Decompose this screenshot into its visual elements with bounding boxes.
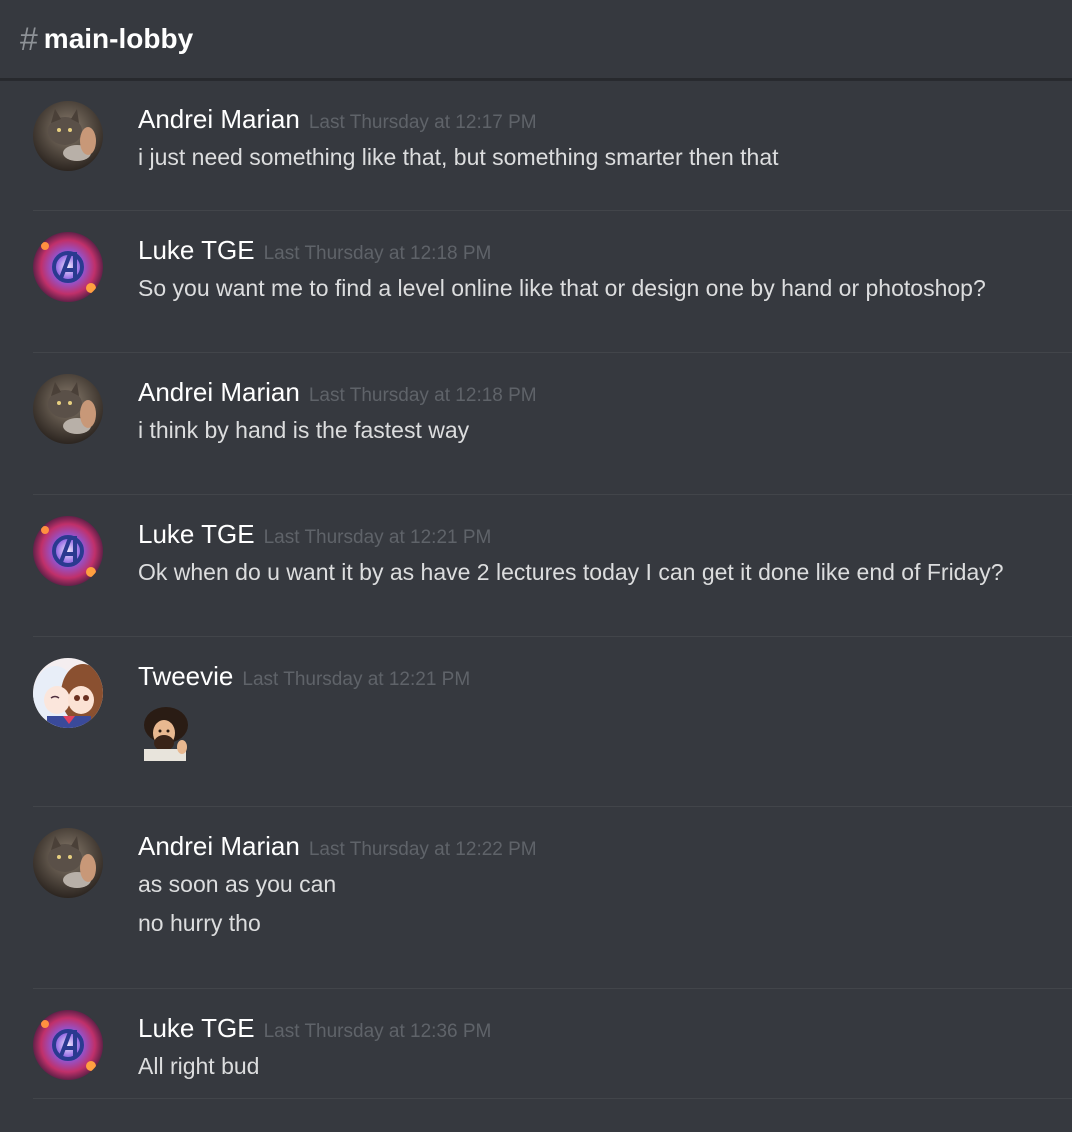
cat-avatar[interactable] xyxy=(33,101,103,171)
author-name[interactable]: Luke TGE xyxy=(138,235,255,266)
timestamp: Last Thursday at 12:36 PM xyxy=(263,1021,492,1042)
author-name[interactable]: Luke TGE xyxy=(138,1013,255,1044)
avengers-avatar[interactable] xyxy=(33,1010,103,1080)
message-group: Luke TGE Last Thursday at 12:18 PM So yo… xyxy=(33,211,1072,353)
timestamp: Last Thursday at 12:21 PM xyxy=(263,527,492,548)
timestamp: Last Thursday at 12:21 PM xyxy=(242,669,471,690)
message-text: All right bud xyxy=(138,1053,260,1079)
message-group: Luke TGE Last Thursday at 12:36 PM All r… xyxy=(33,989,1072,1099)
cat-avatar[interactable] xyxy=(33,374,103,444)
message-group: Andrei Marian Last Thursday at 12:22 PM … xyxy=(33,807,1072,989)
message-text: as soon as you can xyxy=(138,871,337,897)
message-text: So you want me to find a level online li… xyxy=(138,275,986,301)
timestamp: Last Thursday at 12:22 PM xyxy=(308,839,537,860)
author-name[interactable]: Tweevie xyxy=(138,661,233,692)
message-text: no hurry tho xyxy=(138,910,261,936)
avengers-avatar[interactable] xyxy=(33,232,103,302)
timestamp: Last Thursday at 12:17 PM xyxy=(308,112,537,133)
message-text: Ok when do u want it by as have 2 lectur… xyxy=(138,559,1004,585)
message-group: Tweevie Last Thursday at 12:21 PM xyxy=(33,637,1072,807)
message-list: Andrei Marian Last Thursday at 12:17 PM … xyxy=(0,80,1072,1099)
message-group: Andrei Marian Last Thursday at 12:18 PM … xyxy=(33,353,1072,495)
timestamp: Last Thursday at 12:18 PM xyxy=(308,385,537,406)
message-group: Andrei Marian Last Thursday at 12:17 PM … xyxy=(33,80,1072,211)
message-text: i just need something like that, but som… xyxy=(138,144,779,170)
hash-icon: # xyxy=(20,20,38,57)
anime-avatar[interactable] xyxy=(33,658,103,728)
channel-name: main-lobby xyxy=(43,23,194,54)
avengers-avatar[interactable] xyxy=(33,516,103,586)
bob-ross-emoji[interactable] xyxy=(138,705,194,761)
author-name[interactable]: Andrei Marian xyxy=(138,104,300,135)
author-name[interactable]: Andrei Marian xyxy=(138,377,300,408)
channel-header: # main-lobby xyxy=(0,0,1072,80)
author-name[interactable]: Andrei Marian xyxy=(138,831,300,862)
timestamp: Last Thursday at 12:18 PM xyxy=(263,243,492,264)
author-name[interactable]: Luke TGE xyxy=(138,519,255,550)
message-group: Luke TGE Last Thursday at 12:21 PM Ok wh… xyxy=(33,495,1072,637)
cat-avatar[interactable] xyxy=(33,828,103,898)
message-text: i think by hand is the fastest way xyxy=(138,417,470,443)
